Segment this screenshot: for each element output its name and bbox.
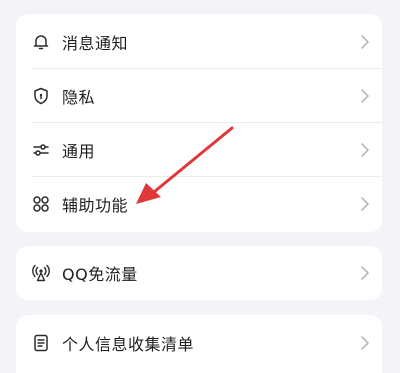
chevron-right-icon (361, 89, 369, 103)
grid-icon (32, 195, 50, 213)
settings-item-general[interactable]: 通用 (16, 124, 382, 176)
sliders-icon (32, 141, 50, 159)
divider (32, 176, 382, 177)
settings-item-notifications[interactable]: 消息通知 (16, 16, 382, 68)
document-icon (32, 334, 50, 352)
settings-group-data: QQ免流量 (16, 246, 382, 300)
settings-item-label: QQ免流量 (62, 265, 138, 284)
chevron-right-icon (361, 35, 369, 49)
chevron-right-icon (361, 336, 369, 350)
signal-tower-icon (32, 264, 50, 282)
settings-group-main: 消息通知 隐私 通用 辅助功能 (16, 14, 382, 232)
settings-item-label: 辅助功能 (62, 196, 129, 215)
settings-item-qq-free-data[interactable]: QQ免流量 (16, 247, 382, 299)
settings-item-label: 通用 (62, 142, 96, 161)
settings-group-info: 个人信息收集清单 (16, 315, 382, 373)
settings-item-label: 隐私 (62, 88, 96, 107)
chevron-right-icon (361, 143, 369, 157)
divider (32, 68, 382, 69)
divider (32, 122, 382, 123)
settings-item-label: 个人信息收集清单 (62, 335, 195, 354)
settings-item-accessibility[interactable]: 辅助功能 (16, 178, 382, 230)
bell-icon (32, 33, 50, 51)
settings-item-privacy[interactable]: 隐私 (16, 70, 382, 122)
settings-item-label: 消息通知 (62, 34, 129, 53)
shield-icon (32, 87, 50, 105)
settings-item-personal-info-list[interactable]: 个人信息收集清单 (16, 317, 382, 369)
chevron-right-icon (361, 197, 369, 211)
chevron-right-icon (361, 266, 369, 280)
